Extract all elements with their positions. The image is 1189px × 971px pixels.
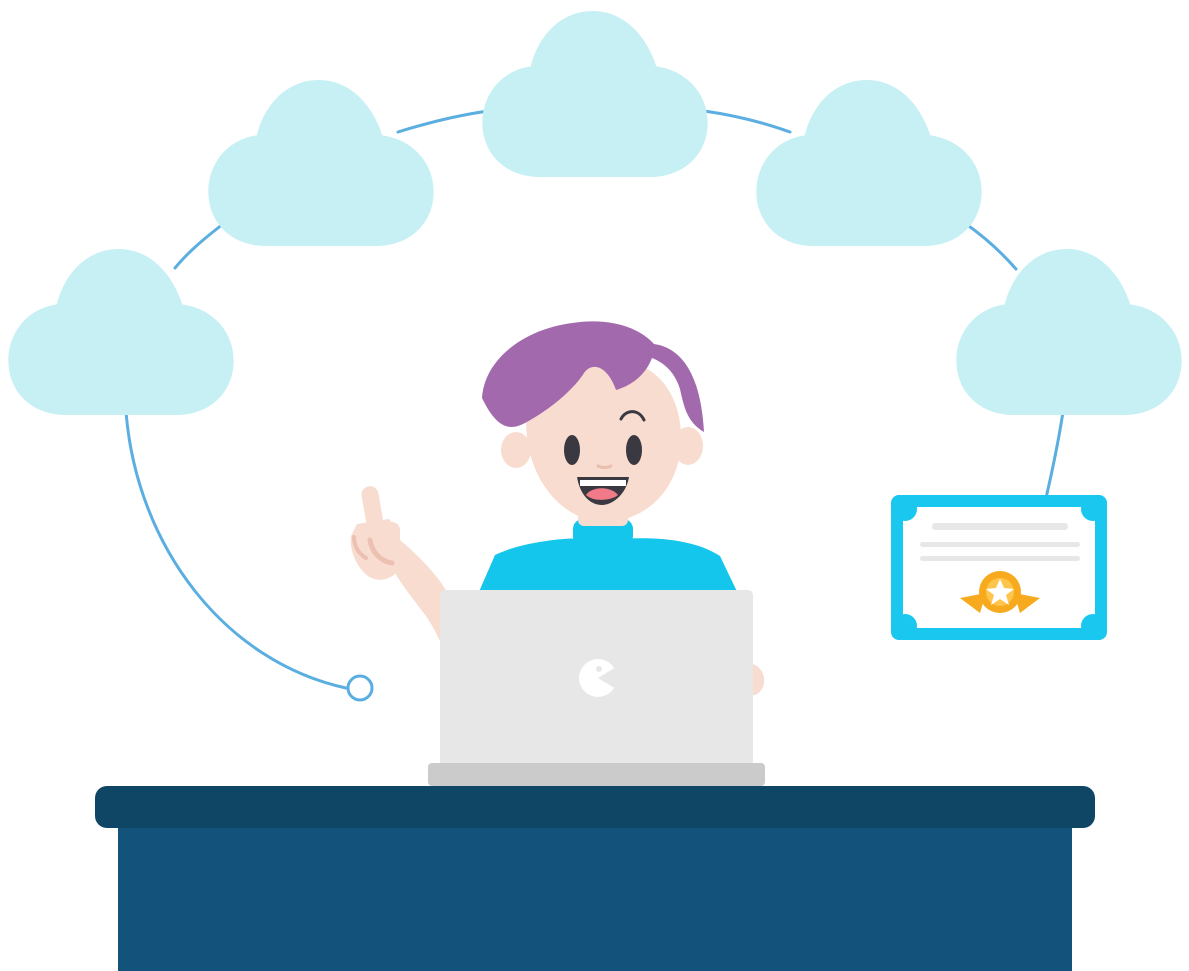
certificate-icon <box>891 495 1107 640</box>
cloud-icon <box>8 249 234 415</box>
illustration-canvas <box>8 11 1182 971</box>
cloud-icon <box>956 249 1182 415</box>
path-end-node-icon <box>346 674 374 702</box>
cloud-icon <box>756 80 982 246</box>
laptop-icon <box>428 590 765 786</box>
cloud-icon <box>208 80 434 246</box>
learning-illustration <box>0 0 1189 971</box>
cloud-icon <box>482 11 708 177</box>
desk <box>95 786 1095 971</box>
